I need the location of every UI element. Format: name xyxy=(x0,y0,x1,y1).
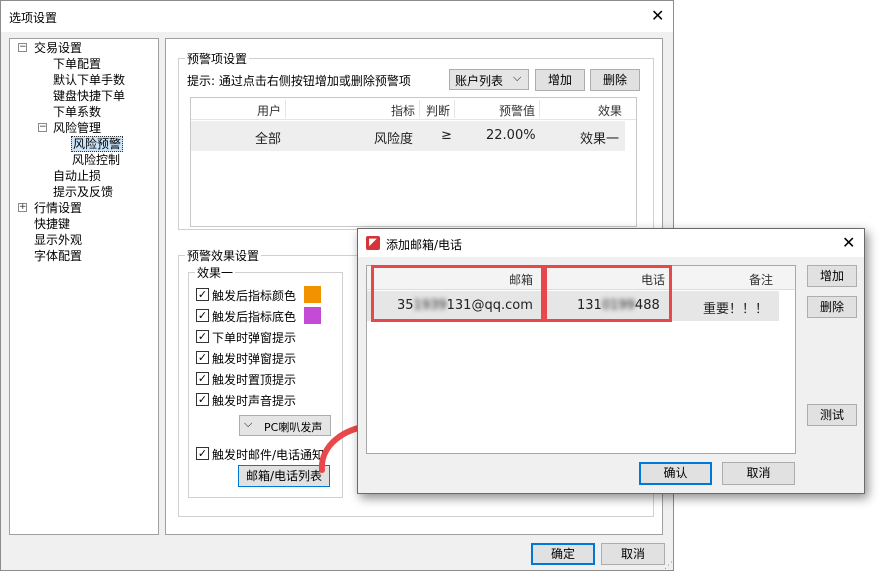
column-header-value[interactable]: 预警值 xyxy=(455,102,535,119)
account-list-select[interactable]: 账户列表 ⌵ xyxy=(449,69,529,90)
alert-items-group: 预警项设置 提示: 通过点击右侧按钮增加或删除预警项 账户列表 ⌵ 增加 删除 … xyxy=(178,50,654,230)
tree-label: 字体配置 xyxy=(34,249,83,263)
tree-label: 风险控制 xyxy=(72,153,121,167)
group-title: 预警效果设置 xyxy=(185,247,262,264)
chevron-down-icon: ⌵ xyxy=(513,71,522,84)
select-value: 账户列表 xyxy=(455,74,504,88)
tree-item-shortcuts[interactable]: 快捷键 xyxy=(34,216,70,232)
cell-judge: ≥ xyxy=(441,128,452,143)
tree-item-order-coefficient[interactable]: 下单系数 xyxy=(53,104,101,120)
tree-label: 交易设置 xyxy=(34,41,83,55)
checkbox-trigger-top[interactable]: ✓ xyxy=(196,372,209,385)
checkbox-label: 触发时弹窗提示 xyxy=(212,352,297,366)
tree-item-auto-stop-loss[interactable]: 自动止损 xyxy=(53,168,101,184)
phone-highlight-box xyxy=(544,265,672,322)
tree-label: 默认下单手数 xyxy=(53,73,126,87)
cell-effect: 效果一 xyxy=(580,132,620,147)
add-email-phone-dialog: ◤ 添加邮箱/电话 ✕ 邮箱 电话 备注 351939131@qq.com 13… xyxy=(357,228,865,494)
tree-label: 提示及反馈 xyxy=(53,185,114,199)
email-highlight-box xyxy=(371,265,544,322)
app-logo-icon: ◤ xyxy=(366,236,380,250)
popup-cancel-button[interactable]: 取消 xyxy=(722,462,795,485)
checkbox-order-popup[interactable]: ✓ xyxy=(196,330,209,343)
tree-item-trading-settings[interactable]: 交易设置 xyxy=(34,40,82,56)
table-row[interactable]: 全部 风险度 ≥ 22.00% 效果一 xyxy=(191,121,625,151)
popup-delete-button[interactable]: 删除 xyxy=(807,296,857,318)
checkbox-trigger-sound[interactable]: ✓ xyxy=(196,393,209,406)
tree-item-default-order-qty[interactable]: 默认下单手数 xyxy=(53,72,125,88)
column-header-user[interactable]: 用户 xyxy=(191,102,281,119)
cell-note: 重要！！！ xyxy=(703,302,769,317)
ok-button[interactable]: 确定 xyxy=(531,543,595,565)
tree-label: 键盘快捷下单 xyxy=(53,89,126,103)
tree-item-risk-management[interactable]: 风险管理 xyxy=(53,120,101,136)
checkbox-indicator-color[interactable]: ✓ xyxy=(196,288,209,301)
checkbox-label: 触发后指标底色 xyxy=(212,310,297,324)
resize-grip-icon[interactable]: ⋰ xyxy=(664,561,673,571)
cell-user: 全部 xyxy=(255,132,282,147)
popup-add-button[interactable]: 增加 xyxy=(807,265,857,287)
column-header-judge[interactable]: 判断 xyxy=(420,102,450,119)
checkbox-email-notify[interactable]: ✓ xyxy=(196,447,209,460)
tree-label: 显示外观 xyxy=(34,233,83,247)
collapse-icon[interactable]: − xyxy=(38,123,47,132)
popup-title: 添加邮箱/电话 xyxy=(386,238,463,252)
cell-value: 22.00% xyxy=(486,128,536,143)
checkbox-label: 触发后指标颜色 xyxy=(212,289,297,303)
group-title: 预警项设置 xyxy=(185,50,250,67)
title-bar: 选项设置 ✕ xyxy=(1,1,673,32)
hint-text: 提示: 通过点击右侧按钮增加或删除预警项 xyxy=(187,74,411,88)
popup-ok-button[interactable]: 确认 xyxy=(639,462,712,485)
checkbox-label: 触发时声音提示 xyxy=(212,394,297,408)
column-header-effect[interactable]: 效果 xyxy=(540,102,622,119)
group-title: 效果一 xyxy=(195,264,236,281)
tree-item-order-config[interactable]: 下单配置 xyxy=(53,56,101,72)
tree-item-hints-feedback[interactable]: 提示及反馈 xyxy=(53,184,113,200)
checkbox-label: 触发时置顶提示 xyxy=(212,373,297,387)
popup-title-bar: ◤ 添加邮箱/电话 ✕ xyxy=(358,229,864,257)
tree-item-display-appearance[interactable]: 显示外观 xyxy=(34,232,82,248)
tree-label: 快捷键 xyxy=(34,217,71,231)
tree-label: 风险管理 xyxy=(53,121,102,135)
indicator-bg-color-swatch[interactable] xyxy=(304,307,321,324)
cell-indicator: 风险度 xyxy=(374,132,414,147)
tree-label: 下单配置 xyxy=(53,57,102,71)
close-icon[interactable]: ✕ xyxy=(651,8,664,24)
collapse-icon[interactable]: − xyxy=(18,43,27,52)
column-header-indicator[interactable]: 指标 xyxy=(286,102,415,119)
checkbox-indicator-bg-color[interactable]: ✓ xyxy=(196,309,209,322)
tree-item-risk-alert[interactable]: 风险预警 xyxy=(71,136,124,152)
indicator-color-swatch[interactable] xyxy=(304,286,321,303)
cancel-button[interactable]: 取消 xyxy=(601,543,665,565)
settings-tree: − 交易设置 下单配置 默认下单手数 键盘快捷下单 下单系数 − 风险管理 风险… xyxy=(9,38,159,535)
tree-label: 下单系数 xyxy=(53,105,102,119)
column-header-note[interactable]: 备注 xyxy=(673,271,773,288)
window-title: 选项设置 xyxy=(9,11,58,25)
table-header: 用户 指标 判断 预警值 效果 xyxy=(191,98,636,120)
add-button[interactable]: 增加 xyxy=(535,69,585,91)
delete-button[interactable]: 删除 xyxy=(590,69,640,91)
chevron-down-icon: ⌵ xyxy=(244,417,253,430)
tree-label: 风险预警 xyxy=(71,136,124,152)
tree-item-keyboard-quick-order[interactable]: 键盘快捷下单 xyxy=(53,88,125,104)
close-icon[interactable]: ✕ xyxy=(842,235,855,251)
checkbox-trigger-popup[interactable]: ✓ xyxy=(196,351,209,364)
tree-label: 自动止损 xyxy=(53,169,102,183)
checkbox-label: 下单时弹窗提示 xyxy=(212,331,297,345)
tree-item-font-config[interactable]: 字体配置 xyxy=(34,248,82,264)
expand-icon[interactable]: + xyxy=(18,203,27,212)
test-button[interactable]: 测试 xyxy=(807,404,857,426)
alert-items-table: 用户 指标 判断 预警值 效果 全部 风险度 ≥ 22.00% 效果一 xyxy=(190,97,637,227)
tree-item-risk-control[interactable]: 风险控制 xyxy=(72,152,120,168)
tree-label: 行情设置 xyxy=(34,201,83,215)
tree-item-market-settings[interactable]: 行情设置 xyxy=(34,200,82,216)
